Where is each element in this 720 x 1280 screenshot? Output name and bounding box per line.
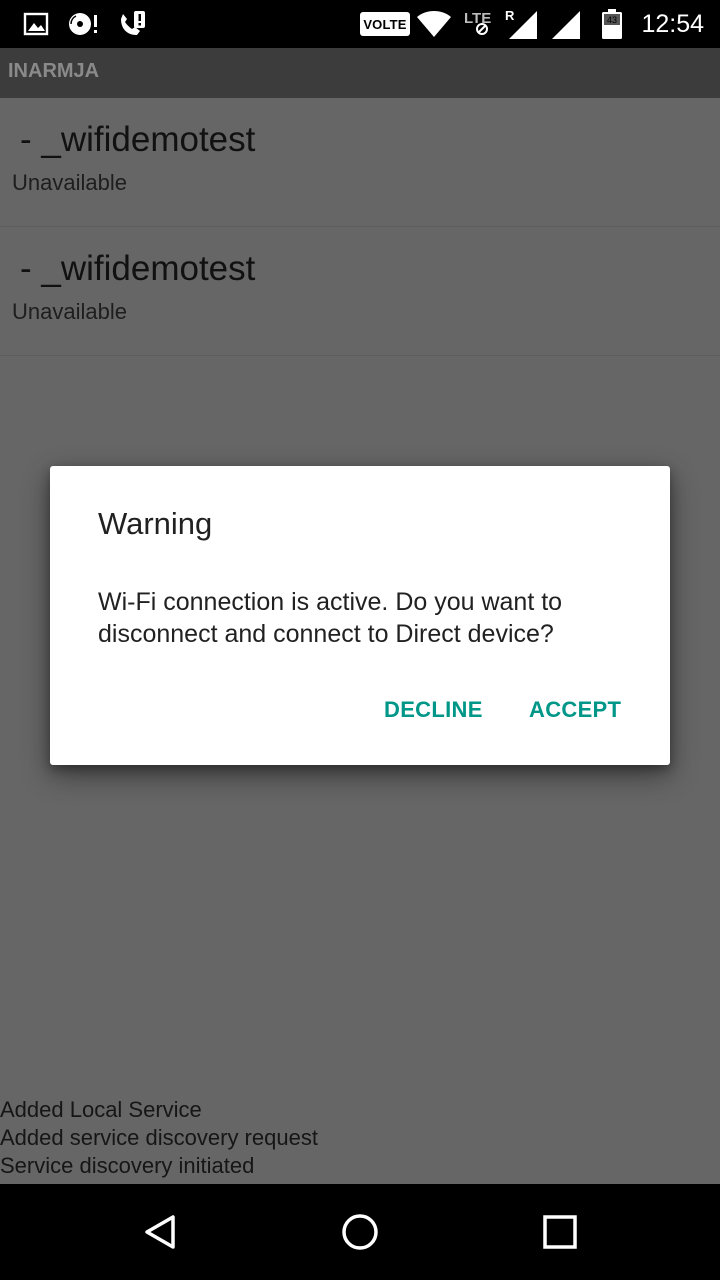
- battery-icon: 43: [598, 8, 626, 40]
- device-list-item[interactable]: - _wifidemotest Unavailable: [0, 98, 720, 227]
- device-name: - _wifidemotest: [20, 249, 256, 288]
- missed-call-icon: [116, 8, 148, 40]
- svg-text:R: R: [505, 9, 515, 23]
- log-line: Added Local Service: [0, 1097, 202, 1122]
- back-icon[interactable]: [136, 1208, 184, 1256]
- signal-icon: [548, 8, 584, 40]
- dialog-title: Warning: [98, 506, 213, 541]
- decline-button[interactable]: DECLINE: [384, 690, 483, 730]
- dialog-message: Wi-Fi connection is active. Do you want …: [98, 588, 563, 648]
- status-log: Added Local Service Added service discov…: [0, 1096, 720, 1180]
- device-status: Unavailable: [12, 170, 127, 195]
- lte-icon: LTE: [462, 8, 502, 40]
- app-title: INARMJA: [8, 60, 100, 82]
- volte-badge: VOLTE: [360, 12, 410, 36]
- image-notification-icon: [20, 8, 52, 40]
- device-name: - _wifidemotest: [20, 120, 256, 159]
- navigation-bar: [0, 1184, 720, 1280]
- disc-sync-icon: [66, 8, 102, 40]
- app-bar: INARMJA: [0, 48, 720, 98]
- log-line: Added service discovery request: [0, 1125, 318, 1150]
- device-list-item[interactable]: - _wifidemotest Unavailable: [0, 227, 720, 356]
- wifi-icon: [414, 8, 454, 40]
- warning-dialog: Warning Wi-Fi connection is active. Do y…: [50, 466, 670, 765]
- svg-text:LTE: LTE: [464, 10, 491, 27]
- recents-icon[interactable]: [536, 1208, 584, 1256]
- status-bar: VOLTE LTE R 43 12:54: [0, 0, 720, 48]
- home-icon[interactable]: [336, 1208, 384, 1256]
- status-clock: 12:54: [641, 9, 704, 38]
- device-status: Unavailable: [12, 299, 127, 324]
- signal-roaming-icon: R: [504, 8, 540, 40]
- accept-button[interactable]: ACCEPT: [529, 690, 621, 730]
- log-line: Service discovery initiated: [0, 1153, 255, 1178]
- svg-text:43: 43: [607, 15, 617, 25]
